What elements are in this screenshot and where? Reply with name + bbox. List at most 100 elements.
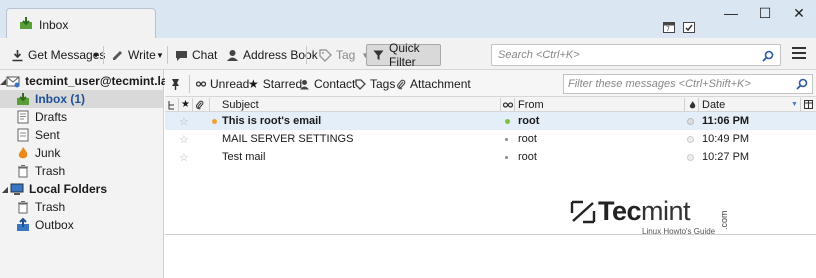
tag-icon <box>318 48 332 62</box>
address-book-button[interactable]: Address Book <box>225 45 318 65</box>
inbox-icon <box>16 92 30 106</box>
inbox-label: Inbox (1) <box>35 92 85 106</box>
attachment-column-icon[interactable] <box>195 98 204 111</box>
unread-indicator <box>212 112 217 130</box>
unread-label: Unread <box>210 77 250 91</box>
star-column-icon[interactable]: ★ <box>181 98 190 111</box>
search-icon[interactable] <box>796 78 808 96</box>
tag-icon <box>355 78 366 90</box>
download-icon <box>10 48 24 62</box>
calendar-icon[interactable]: 7 <box>662 20 676 34</box>
folder-account[interactable]: ◢ tecmint_user@tecmint.lan <box>0 72 175 90</box>
message-from: root <box>518 133 537 145</box>
quick-filter-button[interactable]: Quick Filter <box>366 41 441 69</box>
quick-filter-bar: Unread ★ Starred Contact Tags Attachment… <box>165 70 816 97</box>
sent-label: Sent <box>35 128 60 142</box>
starred-label: Starred <box>262 77 303 91</box>
paperclip-icon <box>396 79 406 90</box>
folder-trash[interactable]: Trash <box>0 162 163 180</box>
write-label: Write <box>128 48 156 62</box>
message-date: 10:27 PM <box>702 151 750 163</box>
folder-junk[interactable]: Junk <box>0 144 163 162</box>
minimize-button[interactable]: — <box>714 0 748 26</box>
folder-local-trash[interactable]: Trash <box>0 198 163 216</box>
tasks-icon[interactable] <box>682 20 696 34</box>
message-date: 10:49 PM <box>702 133 750 145</box>
filter-starred-button[interactable]: ★ Starred <box>248 77 302 91</box>
star-icon[interactable]: ☆ <box>179 148 189 166</box>
main-toolbar: Get Messages ▼ Write ▼ Chat Address Book… <box>0 38 816 70</box>
trash-label: Trash <box>35 164 66 178</box>
filter-messages-input[interactable]: Filter these messages <Ctrl+Shift+K> <box>563 74 813 94</box>
chat-label: Chat <box>192 48 218 62</box>
message-row[interactable]: ☆ This is root's email root 11:06 PM <box>165 112 816 130</box>
tecmint-watermark: Tecmint .com Linux Howto's Guide <box>570 196 740 238</box>
thread-header: ★ Subject From Date ▼ <box>165 97 816 112</box>
chat-button[interactable]: Chat <box>174 45 217 65</box>
close-icon: ✕ <box>793 4 805 21</box>
read-status-column-icon[interactable] <box>503 98 513 111</box>
sticky-filter-pin-icon[interactable] <box>169 77 182 91</box>
chat-icon <box>174 48 188 62</box>
junk-label: Junk <box>35 146 61 160</box>
search-icon[interactable] <box>762 49 774 69</box>
star-icon[interactable]: ☆ <box>179 130 189 148</box>
close-button[interactable]: ✕ <box>782 0 816 26</box>
filter-placeholder: Filter these messages <Ctrl+Shift+K> <box>568 78 751 90</box>
folder-local-folders[interactable]: ◢ Local Folders <box>0 180 163 198</box>
tab-label: Inbox <box>39 17 69 32</box>
message-row[interactable]: ☆ Test mail root 10:27 PM <box>165 148 816 166</box>
maximize-button[interactable]: ☐ <box>748 0 782 26</box>
get-messages-dropdown[interactable]: ▼ <box>92 45 100 65</box>
separator <box>167 46 168 64</box>
junk-status-icon[interactable] <box>687 112 694 130</box>
computer-icon <box>10 182 24 196</box>
junk-status-icon[interactable] <box>687 130 694 148</box>
filter-unread-button[interactable]: Unread <box>196 77 249 91</box>
filter-attachment-button[interactable]: Attachment <box>396 77 471 91</box>
junk-status-icon[interactable] <box>687 148 694 166</box>
minimize-icon: — <box>724 5 738 21</box>
title-bar: Inbox 7 — ☐ ✕ <box>0 0 816 40</box>
separator <box>103 46 104 64</box>
search-input[interactable]: Search <Ctrl+K> <box>491 44 781 66</box>
folder-drafts[interactable]: Drafts <box>0 108 163 126</box>
write-button[interactable]: Write <box>110 45 156 65</box>
tag-button[interactable]: Tag ▼ <box>318 45 369 65</box>
sort-descending-icon[interactable]: ▼ <box>791 98 798 111</box>
local-trash-label: Trash <box>35 200 66 214</box>
dropdown-arrow-icon: ▼ <box>156 50 164 60</box>
tab-inbox[interactable]: Inbox <box>6 8 156 40</box>
collapse-icon[interactable]: ◢ <box>0 185 10 194</box>
sent-icon <box>16 128 30 142</box>
account-icon <box>6 74 20 88</box>
star-icon: ★ <box>248 77 259 91</box>
filter-contact-button[interactable]: Contact <box>299 77 355 91</box>
subject-column-header[interactable]: Subject <box>222 98 259 111</box>
folder-inbox[interactable]: Inbox (1) <box>0 90 163 108</box>
dropdown-arrow-icon: ▼ <box>92 50 100 60</box>
junk-status-column-icon[interactable] <box>688 98 697 111</box>
star-icon[interactable]: ☆ <box>179 112 189 130</box>
junk-icon <box>16 146 30 160</box>
svg-text:7: 7 <box>666 26 670 33</box>
from-column-header[interactable]: From <box>518 98 544 111</box>
folder-outbox[interactable]: Outbox <box>0 216 163 234</box>
trash-icon <box>16 200 30 214</box>
watermark-tagline: Linux Howto's Guide <box>642 227 716 236</box>
search-placeholder: Search <Ctrl+K> <box>498 49 580 61</box>
column-picker-icon[interactable] <box>804 98 813 111</box>
date-column-header[interactable]: Date <box>702 98 725 111</box>
tag-label: Tag <box>336 48 356 62</box>
contact-label: Contact <box>314 77 356 91</box>
maximize-icon: ☐ <box>758 4 772 21</box>
write-dropdown[interactable]: ▼ <box>156 45 164 65</box>
message-row[interactable]: ☆ MAIL SERVER SETTINGS root 10:49 PM <box>165 130 816 148</box>
thread-column-icon[interactable] <box>168 98 177 111</box>
filter-tags-button[interactable]: Tags <box>355 77 395 91</box>
menu-icon[interactable] <box>792 47 806 61</box>
folder-sent[interactable]: Sent <box>0 126 163 144</box>
message-subject: Test mail <box>222 151 266 163</box>
pencil-icon <box>110 48 124 62</box>
trash-icon <box>16 164 30 178</box>
